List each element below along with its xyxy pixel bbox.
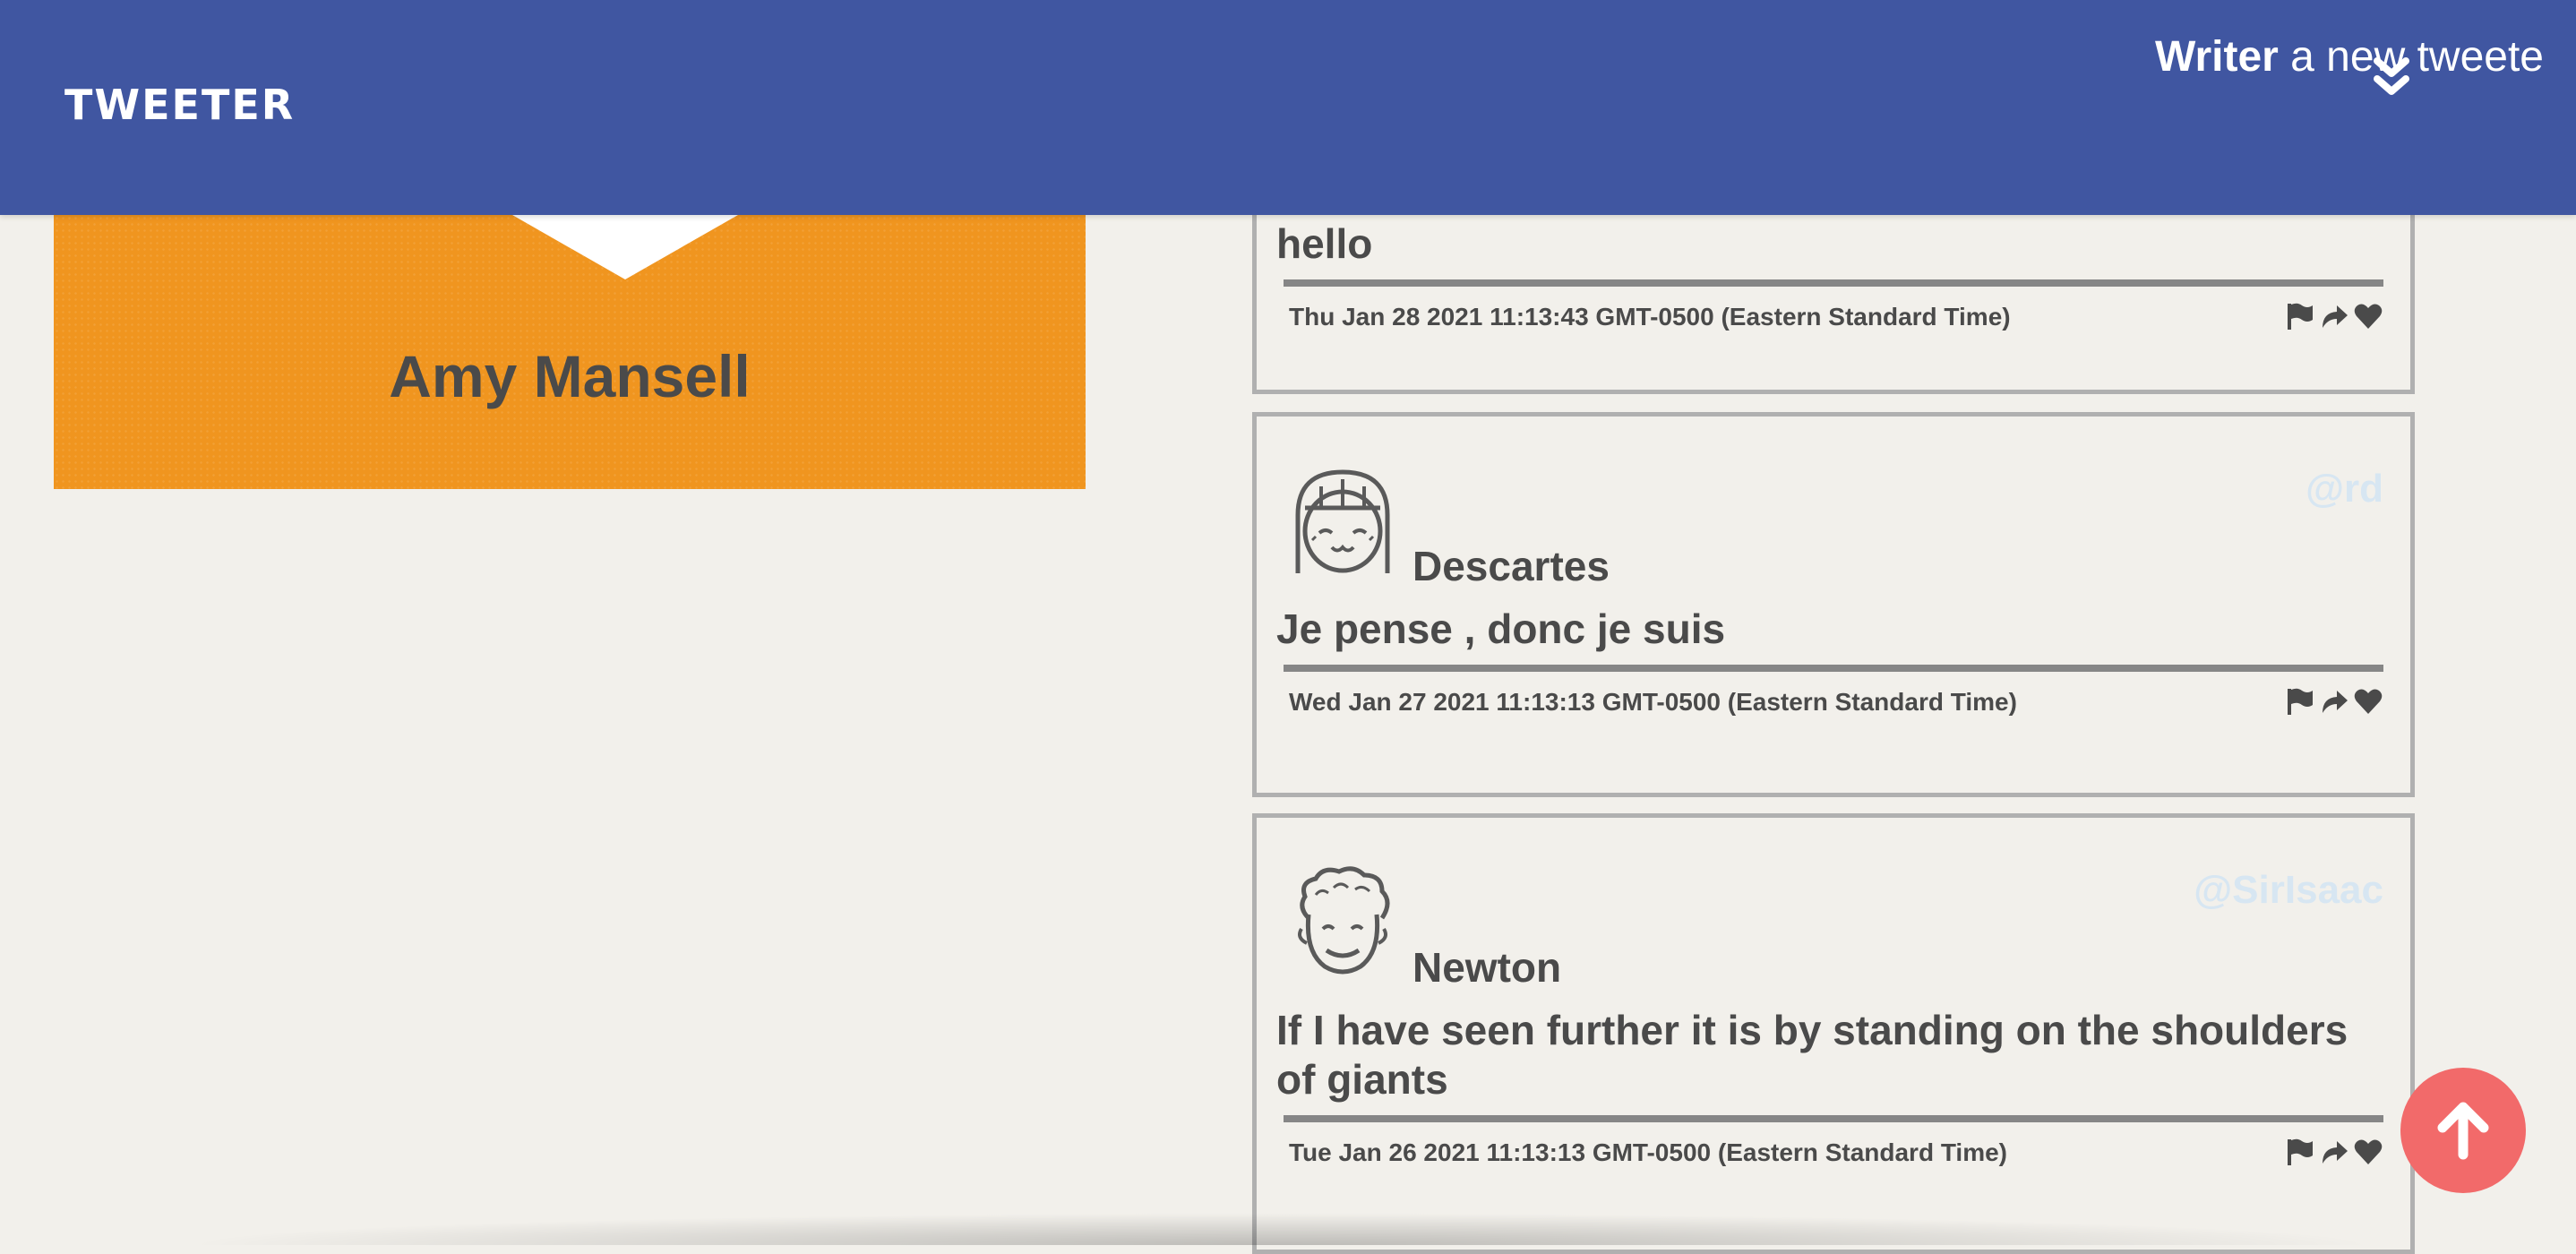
top-navbar: TWEETER Writer a new tweete [0, 0, 2576, 215]
tweet-author-name: Descartes [1413, 543, 1610, 589]
tweet-actions [2285, 686, 2383, 718]
heart-icon[interactable] [2353, 686, 2383, 717]
tweet-card: Descartes @rd Je pense , donc je suis We… [1252, 412, 2415, 797]
tweet-divider [1284, 1115, 2383, 1122]
tweet-content: Je pense , donc je suis [1276, 606, 1726, 652]
tweet-date: Thu Jan 28 2021 11:13:43 GMT-0500 (Easte… [1289, 303, 2011, 331]
scroll-to-top-button[interactable] [2400, 1068, 2526, 1193]
profile-card: Amy Mansell [54, 215, 1086, 489]
heart-icon[interactable] [2353, 1137, 2383, 1167]
tweet-divider [1284, 279, 2383, 287]
tweet-author-handle[interactable]: @rd [2306, 467, 2383, 511]
profile-name: Amy Mansell [389, 343, 751, 409]
arrow-up-icon [2437, 1102, 2489, 1160]
tweet-date: Tue Jan 26 2021 11:13:13 GMT-0500 (Easte… [1289, 1138, 2007, 1166]
profile-avatar [512, 215, 738, 279]
tweet-card: Newton @SirIsaac If I have seen further … [1252, 813, 2415, 1254]
compose-toggle[interactable]: Writer a new tweete [2155, 32, 2544, 82]
tweet-actions [2285, 1137, 2383, 1169]
tweet-author-name: Newton [1413, 944, 1562, 991]
tweet-footer: Tue Jan 26 2021 11:13:13 GMT-0500 (Easte… [1289, 1137, 2383, 1172]
tweet-header: Descartes @rd [1257, 417, 2410, 605]
tweet-date: Wed Jan 27 2021 11:13:13 GMT-0500 (Easte… [1289, 688, 2017, 716]
compose-label-strong: Writer [2155, 33, 2279, 81]
double-chevron-down-icon[interactable] [2372, 56, 2411, 97]
flag-icon[interactable] [2285, 686, 2315, 717]
tweet-footer: Wed Jan 27 2021 11:13:13 GMT-0500 (Easte… [1289, 686, 2383, 722]
flag-icon[interactable] [2285, 301, 2315, 331]
flag-icon[interactable] [2285, 1137, 2315, 1167]
compose-label[interactable]: Writer a new tweete [2155, 32, 2544, 82]
retweet-icon[interactable] [2319, 301, 2349, 331]
avatar-curly-hair-icon [1298, 866, 1390, 975]
logo[interactable]: TWEETER [64, 81, 295, 129]
retweet-icon[interactable] [2319, 1137, 2349, 1167]
tweet-content: If I have seen further it is by standing… [1276, 1007, 2348, 1103]
tweet-author-handle[interactable]: @SirIsaac [2194, 868, 2383, 913]
bottom-shadow [179, 1213, 2383, 1245]
tweet-divider [1284, 665, 2383, 672]
tweet-footer: Thu Jan 28 2021 11:13:43 GMT-0500 (Easte… [1289, 301, 2383, 337]
heart-icon[interactable] [2353, 301, 2383, 331]
tweet-header: Newton @SirIsaac [1257, 818, 2410, 1006]
tweet-actions [2285, 301, 2383, 333]
retweet-icon[interactable] [2319, 686, 2349, 717]
avatar-girl-icon [1295, 469, 1390, 573]
